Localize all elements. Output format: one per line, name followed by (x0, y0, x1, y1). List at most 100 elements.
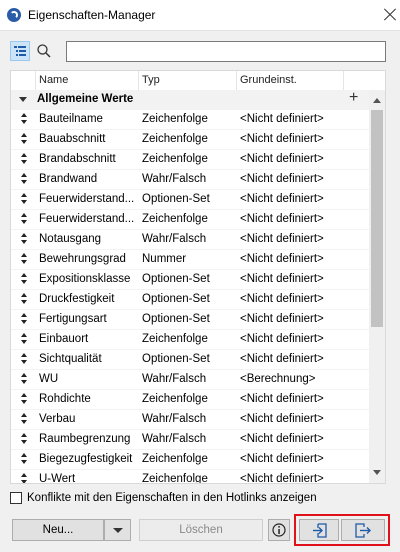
property-name: Raumbegrenzung (39, 433, 131, 445)
scrollbar-thumb[interactable] (371, 110, 383, 327)
drag-handle-icon[interactable] (21, 253, 27, 265)
property-type: Optionen-Set (142, 353, 210, 365)
property-name: Bauteilname (39, 113, 103, 125)
property-name: Fertigungsart (39, 313, 107, 325)
import-button[interactable] (299, 519, 339, 541)
expand-arrow-icon[interactable] (19, 97, 27, 102)
table-row[interactable]: U-Wert Zeichenfolge <Nicht definiert> (11, 470, 369, 484)
drag-handle-icon[interactable] (21, 393, 27, 405)
new-dropdown-button[interactable] (104, 519, 131, 541)
drag-handle-icon[interactable] (21, 273, 27, 285)
property-type: Optionen-Set (142, 193, 210, 205)
table-row[interactable]: Biegezugfestigkeit Zeichenfolge <Nicht def… (11, 450, 369, 470)
drag-handle-icon[interactable] (21, 213, 27, 225)
table-row[interactable]: Fertigungsart Optionen-Set <Nicht definier… (11, 310, 369, 330)
property-type: Zeichenfolge (142, 393, 208, 405)
drag-handle-icon[interactable] (21, 113, 27, 125)
property-default: <Berechnung> (240, 373, 316, 385)
column-header-default[interactable]: Grundeinst. (240, 74, 297, 86)
column-divider[interactable] (236, 71, 237, 90)
table-row[interactable]: Feuerwiderstand... Zeichenfolge <Nicht def… (11, 210, 369, 230)
property-name: Verbau (39, 413, 76, 425)
search-icon[interactable] (36, 43, 52, 59)
hotlink-conflicts-checkbox[interactable] (10, 492, 22, 504)
table-row[interactable]: Bewehrungsgrad Nummer <Nicht definiert> (11, 250, 369, 270)
search-input[interactable] (66, 41, 386, 62)
table-row[interactable]: Brandabschnitt Zeichenfolge <Nicht definie… (11, 150, 369, 170)
table-row[interactable]: Sichtqualität Optionen-Set <Nicht definier… (11, 350, 369, 370)
property-default: <Nicht definiert> (240, 473, 324, 484)
property-type: Zeichenfolge (142, 473, 208, 484)
drag-handle-icon[interactable] (21, 473, 27, 483)
list-view-button[interactable] (10, 41, 30, 61)
property-type: Wahr/Falsch (142, 373, 207, 385)
property-name: Rohdichte (39, 393, 91, 405)
table-row[interactable]: Raumbegrenzung Wahr/Falsch <Nicht definier… (11, 430, 369, 450)
table-row[interactable]: WU Wahr/Falsch <Berechnung> (11, 370, 369, 390)
column-divider[interactable] (35, 71, 36, 90)
property-default: <Nicht definiert> (240, 293, 324, 305)
drag-handle-icon[interactable] (21, 133, 27, 145)
info-button[interactable] (268, 519, 290, 541)
drag-handle-icon[interactable] (21, 153, 27, 165)
drag-handle-icon[interactable] (21, 413, 27, 425)
property-type: Wahr/Falsch (142, 433, 207, 445)
property-default: <Nicht definiert> (240, 233, 324, 245)
toolbar (0, 30, 400, 70)
property-default: <Nicht definiert> (240, 453, 324, 465)
drag-handle-icon[interactable] (21, 373, 27, 385)
table-row[interactable]: Rohdichte Zeichenfolge <Nicht definiert> (11, 390, 369, 410)
drag-handle-icon[interactable] (21, 333, 27, 345)
property-name: Notausgang (39, 233, 102, 245)
drag-handle-icon[interactable] (21, 293, 27, 305)
property-type: Wahr/Falsch (142, 413, 207, 425)
new-button[interactable]: Neu... (12, 519, 104, 541)
close-icon[interactable] (378, 0, 400, 30)
column-divider[interactable] (343, 71, 344, 90)
scroll-up-icon[interactable] (373, 98, 381, 103)
scroll-down-icon[interactable] (373, 470, 381, 475)
property-name: Bauabschnitt (39, 133, 106, 145)
vertical-scrollbar[interactable] (369, 90, 385, 483)
property-default: <Nicht definiert> (240, 433, 324, 445)
add-property-button[interactable]: + (349, 89, 358, 107)
table-row[interactable]: Einbauort Zeichenfolge <Nicht definiert> (11, 330, 369, 350)
property-type: Nummer (142, 253, 187, 265)
drag-handle-icon[interactable] (21, 433, 27, 445)
property-default: <Nicht definiert> (240, 133, 324, 145)
property-name: Expositionsklasse (39, 273, 131, 285)
table-row[interactable]: Bauteilname Zeichenfolge <Nicht definiert> (11, 110, 369, 130)
property-default: <Nicht definiert> (240, 313, 324, 325)
table-row[interactable]: Bauabschnitt Zeichenfolge <Nicht definiert… (11, 130, 369, 150)
column-divider[interactable] (138, 71, 139, 90)
group-row[interactable]: Allgemeine Werte + (11, 89, 385, 110)
column-header-name[interactable]: Name (39, 74, 68, 86)
drag-handle-icon[interactable] (21, 233, 27, 245)
drag-handle-icon[interactable] (21, 193, 27, 205)
drag-handle-icon[interactable] (21, 453, 27, 465)
properties-table: Name Typ Grundeinst. Allgemeine Werte + … (10, 70, 386, 484)
export-button[interactable] (341, 519, 385, 541)
column-header-type[interactable]: Typ (142, 74, 160, 86)
table-row[interactable]: Verbau Wahr/Falsch <Nicht definiert> (11, 410, 369, 430)
table-row[interactable]: Brandwand Wahr/Falsch <Nicht definiert> (11, 170, 369, 190)
property-default: <Nicht definiert> (240, 333, 324, 345)
delete-button[interactable]: Löschen (139, 519, 263, 541)
property-default: <Nicht definiert> (240, 153, 324, 165)
title-bar: Eigenschaften-Manager (0, 0, 400, 31)
list-view-icon (14, 46, 26, 56)
import-icon (313, 523, 327, 538)
property-default: <Nicht definiert> (240, 253, 324, 265)
table-row[interactable]: Feuerwiderstand... Optionen-Set <Nicht def… (11, 190, 369, 210)
table-row[interactable]: Druckfestigkeit Optionen-Set <Nicht defini… (11, 290, 369, 310)
hotlink-conflicts-label: Konflikte mit den Eigenschaften in den H… (27, 492, 317, 504)
table-row[interactable]: Notausgang Wahr/Falsch <Nicht definiert> (11, 230, 369, 250)
property-default: <Nicht definiert> (240, 353, 324, 365)
window-title: Eigenschaften-Manager (28, 8, 156, 22)
drag-handle-icon[interactable] (21, 173, 27, 185)
drag-handle-icon[interactable] (21, 313, 27, 325)
property-type: Optionen-Set (142, 313, 210, 325)
table-row[interactable]: Expositionsklasse Optionen-Set <Nicht defi… (11, 270, 369, 290)
drag-handle-icon[interactable] (21, 353, 27, 365)
property-type: Zeichenfolge (142, 213, 208, 225)
